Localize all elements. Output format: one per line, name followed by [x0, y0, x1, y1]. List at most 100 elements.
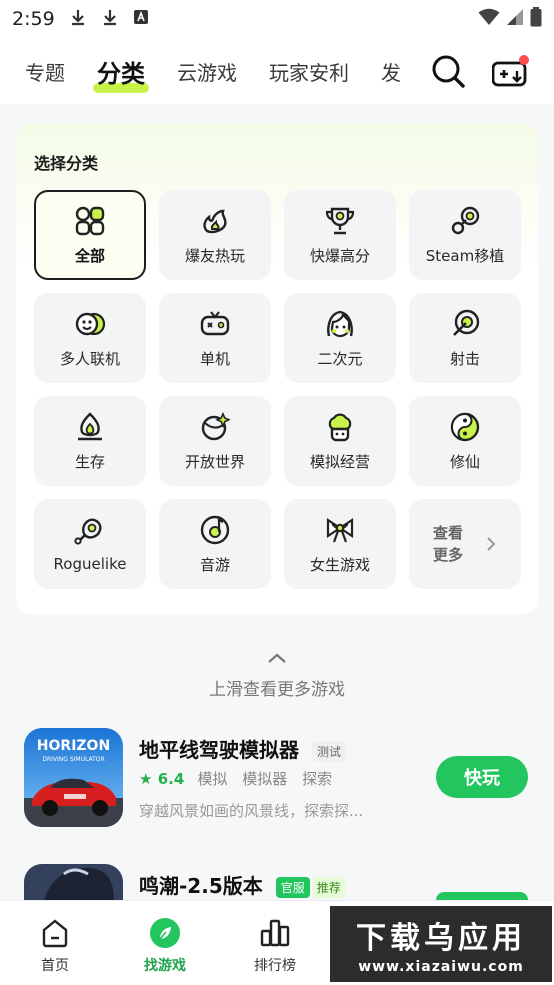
category-all[interactable]: 全部: [34, 190, 146, 280]
category-multiplayer[interactable]: 多人联机: [34, 293, 146, 383]
compass-leaf-icon: [150, 918, 180, 948]
category-shooting[interactable]: 射击: [409, 293, 521, 383]
category-hot-friends[interactable]: 爆友热玩: [159, 190, 271, 280]
category-label: 多人联机: [59, 349, 120, 368]
steam-icon: [451, 206, 480, 234]
star-icon: ★: [139, 770, 153, 788]
grid-icon: [75, 206, 105, 235]
game-rating: ★ 6.4: [139, 770, 190, 788]
top-nav: 专题 分类 云游戏 玩家安利 发: [0, 38, 554, 104]
category-label: 生存: [74, 452, 105, 471]
category-music[interactable]: 音游: [159, 499, 271, 589]
nav-label: 首页: [41, 958, 69, 974]
chevron-up-icon: [268, 653, 286, 663]
category-panel: 选择分类 全部 爆友热玩 快爆高分 Steam移植 多人联机 单机 二次元 射击…: [16, 124, 538, 614]
game-icon-title: HORIZON: [36, 738, 111, 754]
nav-find-games[interactable]: 找游戏: [110, 901, 220, 985]
game-description: 穿越风景如画的风景线，探索探...: [139, 802, 364, 820]
bar-chart-icon: [260, 919, 290, 947]
nav-label: 找游戏: [144, 958, 186, 974]
view-more-label: 查看更多: [433, 524, 464, 564]
target-icon: [453, 309, 480, 336]
chevron-right-icon: [487, 537, 496, 551]
scroll-hint-text: 上滑查看更多游戏: [209, 680, 345, 700]
game-keyword: 模拟器: [242, 770, 288, 788]
watermark-url: www.xiazaiwu.com: [358, 959, 524, 975]
tab-topics[interactable]: 专题: [25, 57, 65, 86]
category-label: 爆友热玩: [184, 246, 245, 265]
category-label: 开放世界: [184, 452, 245, 471]
game-name-text: 鸣潮-2.5版本: [139, 874, 263, 898]
gamepad-icon: [200, 310, 230, 335]
category-label: Roguelike: [53, 555, 127, 573]
gamepad-download-icon[interactable]: [491, 53, 529, 89]
game-icon-subtitle: DRIVING SIMULATOR: [42, 756, 105, 763]
tab-discover[interactable]: 发: [381, 57, 401, 86]
watermark-title: 下载乌应用: [356, 921, 526, 956]
download-icon: [101, 8, 119, 31]
category-single-player[interactable]: 单机: [159, 293, 271, 383]
category-label: 单机: [199, 349, 230, 368]
game-keyword: 模拟: [197, 770, 228, 788]
anime-girl-icon: [327, 310, 353, 337]
category-open-world[interactable]: 开放世界: [159, 396, 271, 486]
meat-icon: [74, 518, 102, 545]
site-watermark: 下载乌应用 www.xiazaiwu.com: [330, 906, 552, 982]
status-bar: 2:59: [0, 0, 554, 38]
game-icon-wuthering-waves[interactable]: [24, 864, 123, 900]
game-title: 鸣潮-2.5版本 官服 推荐: [139, 870, 346, 899]
yin-yang-icon: [450, 412, 480, 441]
game-name-text: 地平线驾驶模拟器: [139, 738, 299, 762]
recommend-badge: 推荐: [311, 877, 346, 898]
battery-icon: [530, 6, 542, 32]
category-cultivation[interactable]: 修仙: [409, 396, 521, 486]
category-label: 快爆高分: [309, 246, 370, 265]
campfire-icon: [78, 411, 102, 440]
nav-label: 排行榜: [254, 958, 296, 974]
download-icon: [69, 8, 87, 31]
multiplayer-icon: [75, 312, 106, 335]
category-label: 音游: [199, 555, 230, 574]
signal-icon: [506, 8, 524, 31]
category-label: 修仙: [449, 452, 480, 471]
category-label: 射击: [449, 349, 480, 368]
tab-cloud-games[interactable]: 云游戏: [177, 57, 237, 86]
view-more-categories[interactable]: 查看更多: [409, 499, 521, 589]
quick-play-button[interactable]: 快玩: [436, 756, 528, 798]
app-notification-icon: [133, 8, 149, 30]
game-icon-horizon[interactable]: HORIZON DRIVING SIMULATOR: [24, 728, 123, 827]
category-steam-port[interactable]: Steam移植: [409, 190, 521, 280]
music-disc-icon: [200, 515, 230, 544]
category-roguelike[interactable]: Roguelike: [34, 499, 146, 589]
category-label: 模拟经营: [309, 452, 370, 471]
nav-home[interactable]: 首页: [0, 901, 110, 985]
game-title: 地平线驾驶模拟器 测试: [139, 734, 346, 763]
chef-hat-icon: [328, 413, 352, 441]
planet-icon: [201, 411, 231, 440]
category-panel-title: 选择分类: [34, 154, 99, 173]
category-label: 全部: [74, 246, 105, 265]
search-icon[interactable]: [430, 53, 466, 89]
game-list-item[interactable]: HORIZON DRIVING SIMULATOR 地平线驾驶模拟器 测试 ★ …: [24, 728, 534, 828]
category-girls-games[interactable]: 女生游戏: [284, 499, 396, 589]
trophy-icon: [325, 207, 355, 234]
official-badge: 官服: [275, 877, 310, 898]
status-time: 2:59: [12, 8, 55, 30]
rating-value: 6.4: [157, 770, 185, 788]
nav-rankings[interactable]: 排行榜: [220, 901, 330, 985]
category-top-rated[interactable]: 快爆高分: [284, 190, 396, 280]
tab-categories[interactable]: 分类: [93, 54, 149, 93]
category-anime[interactable]: 二次元: [284, 293, 396, 383]
game-keyword: 探索: [302, 770, 333, 788]
test-badge: 测试: [311, 741, 346, 762]
category-survival[interactable]: 生存: [34, 396, 146, 486]
scroll-up-hint[interactable]: 上滑查看更多游戏: [0, 650, 554, 700]
category-simulation[interactable]: 模拟经营: [284, 396, 396, 486]
wifi-icon: [478, 8, 500, 31]
game-meta: ★ 6.4 模拟 模拟器 探索: [139, 768, 342, 789]
category-label: 二次元: [317, 349, 363, 368]
fire-icon: [203, 209, 227, 233]
tab-player-picks[interactable]: 玩家安利: [269, 57, 349, 86]
category-label: 女生游戏: [309, 555, 370, 574]
play-button-partial[interactable]: [436, 892, 528, 900]
